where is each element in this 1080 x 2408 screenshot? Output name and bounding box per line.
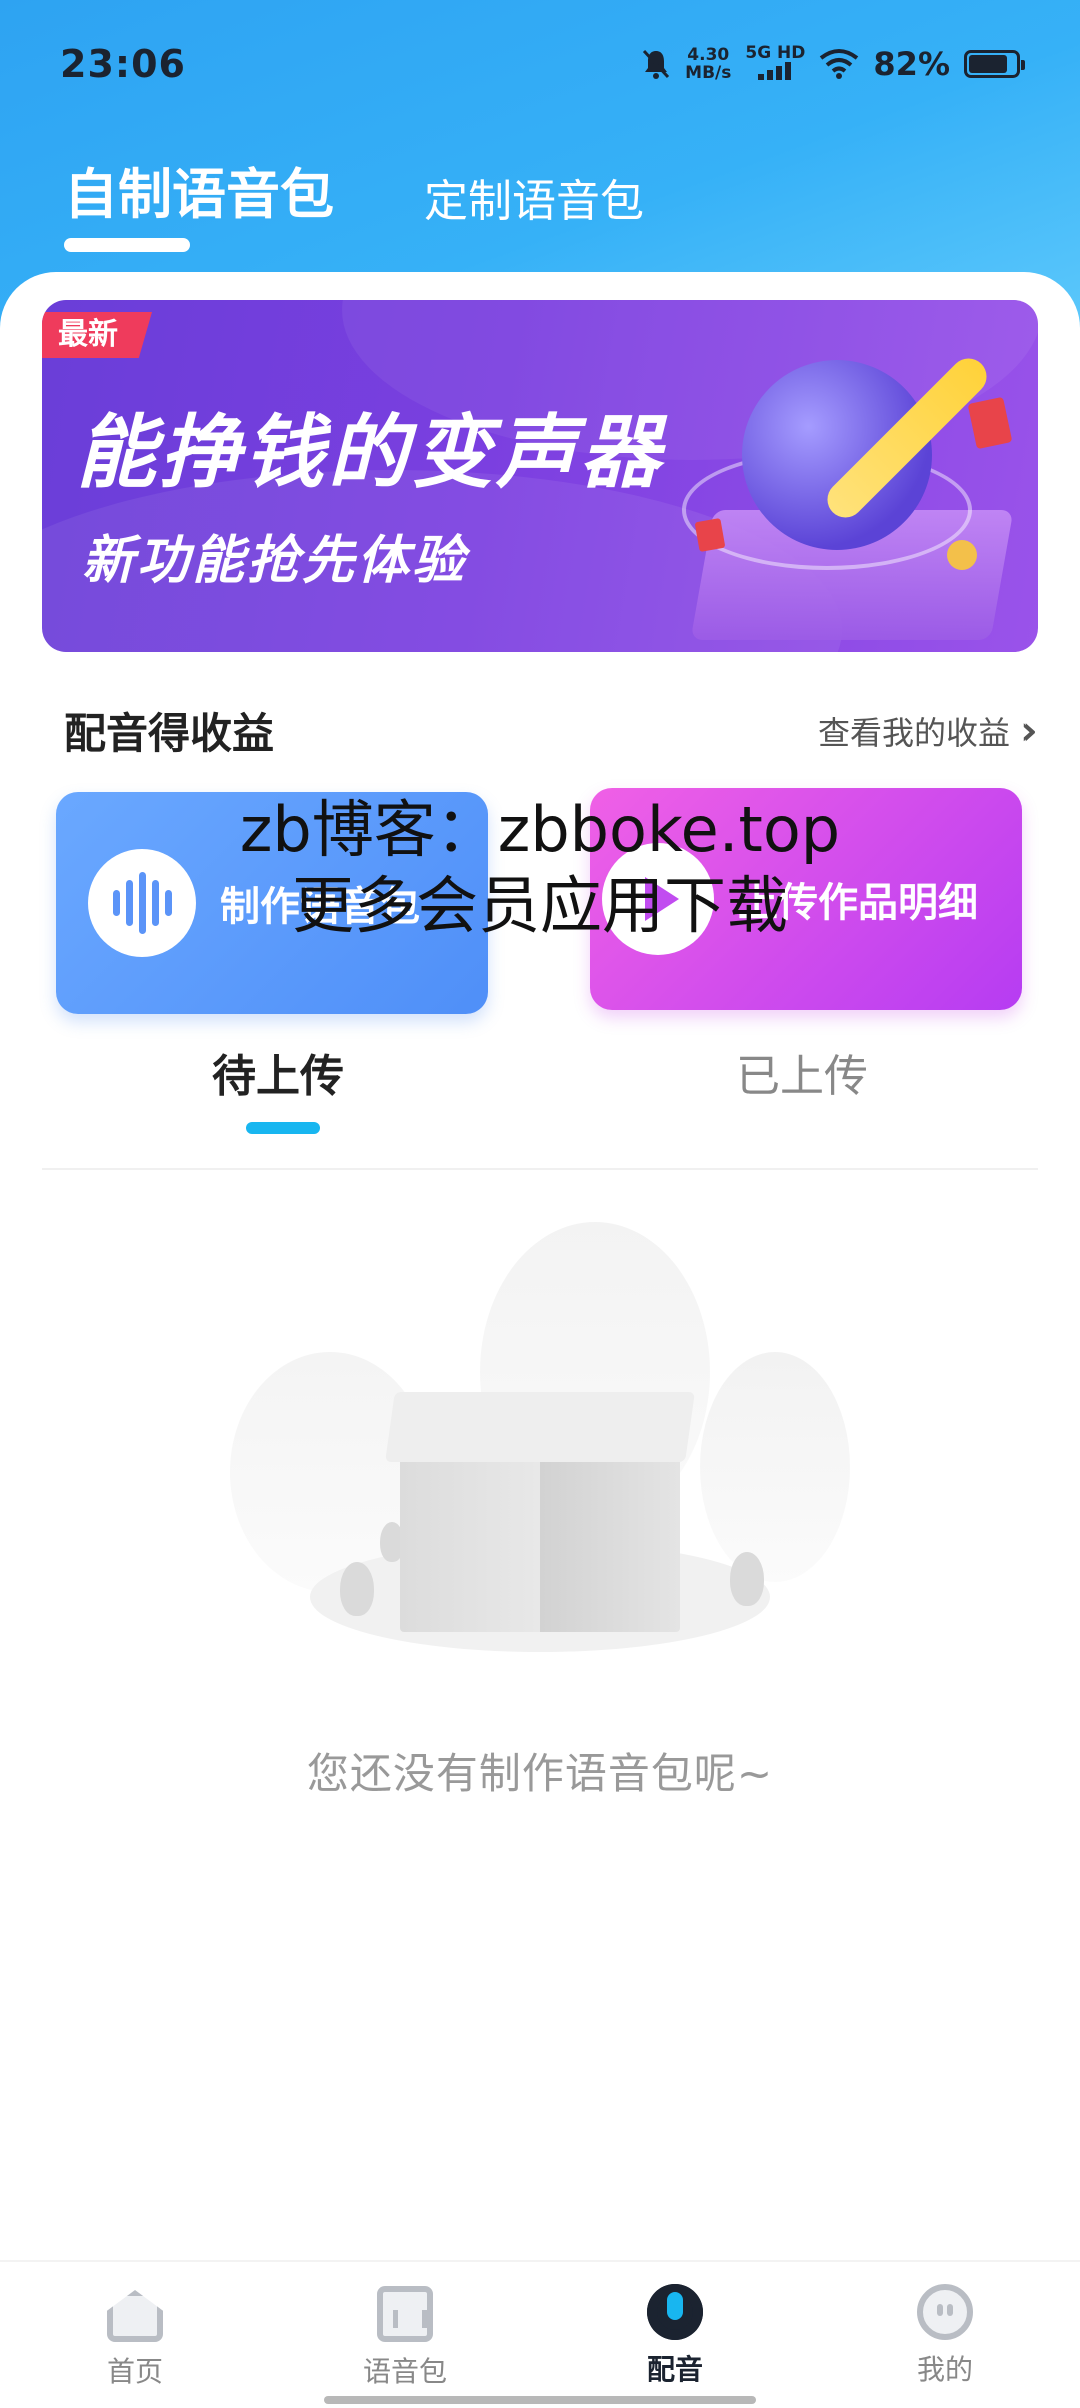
view-earnings-link[interactable]: 查看我的收益 ››: [817, 707, 1038, 754]
feature-cards: 制作语音包 上传作品明细: [56, 788, 1024, 1016]
make-voice-pack-card[interactable]: 制作语音包: [56, 792, 488, 1014]
new-badge: 最新: [42, 312, 152, 358]
battery-icon: [964, 50, 1025, 78]
voice-pack-icon: [377, 2286, 433, 2342]
divider: [42, 1168, 1038, 1170]
coin-icon: [947, 540, 977, 570]
top-tab-indicator: [64, 238, 190, 252]
tab-custom-voice-pack[interactable]: 定制语音包: [424, 165, 644, 229]
nav-profile[interactable]: 我的: [810, 2262, 1080, 2408]
nav-home-label: 首页: [106, 2355, 163, 2388]
signal-label: 5G HD: [745, 43, 806, 63]
status-time: 23:06: [60, 42, 186, 86]
upload-tabs: 待上传 已上传: [0, 1040, 1080, 1130]
cell-signal: 5G HD: [745, 44, 805, 84]
status-icons: 4.30 MB/s 5G HD 82%: [641, 44, 1025, 84]
banner-subtitle: 新功能抢先体验: [82, 531, 468, 591]
play-icon: [602, 843, 714, 955]
microphone-icon: [647, 2284, 703, 2340]
net-speed-value: 4.30: [687, 45, 730, 65]
net-speed-unit: MB/s: [685, 63, 732, 83]
status-bar: 23:06 4.30 MB/s 5G HD 82%: [0, 0, 1080, 128]
section-title: 配音得收益: [64, 709, 275, 758]
nav-dubbing-label: 配音: [646, 2353, 703, 2386]
earnings-section-header: 配音得收益 查看我的收益 ››: [64, 700, 1038, 761]
promo-banner[interactable]: 最新 能挣钱的变声器 新功能抢先体验: [42, 300, 1038, 652]
nav-voice-pack[interactable]: 语音包: [270, 2262, 540, 2408]
red-envelope-icon: [967, 396, 1013, 450]
nav-profile-label: 我的: [916, 2353, 973, 2386]
double-chevron-right-icon: ››: [1020, 707, 1038, 754]
empty-state-text: 您还没有制作语音包呢~: [306, 1749, 774, 1798]
make-voice-pack-label: 制作语音包: [220, 884, 420, 930]
bottom-nav: 首页 语音包 配音 我的: [0, 2260, 1080, 2408]
nav-voice-pack-label: 语音包: [362, 2355, 447, 2388]
battery-percent: 82%: [873, 45, 950, 83]
upload-details-card[interactable]: 上传作品明细: [590, 788, 1022, 1010]
battery-fill: [969, 55, 1007, 73]
profile-icon: [917, 2284, 973, 2340]
empty-box-illustration: [230, 1222, 850, 1682]
wifi-icon: [820, 49, 859, 79]
nav-dubbing[interactable]: 配音: [540, 2262, 810, 2408]
waveform-icon: [88, 849, 196, 957]
sub-tab-indicator: [246, 1122, 320, 1134]
view-earnings-label: 查看我的收益: [817, 713, 1010, 752]
banner-title: 能挣钱的变声器: [76, 406, 664, 499]
home-icon: [107, 2290, 163, 2342]
mute-bell-icon: [643, 49, 670, 79]
net-speed: 4.30 MB/s: [685, 46, 731, 82]
signal-bars-icon: [758, 62, 792, 80]
tab-uploaded[interactable]: 已上传: [736, 1040, 868, 1104]
nav-home[interactable]: 首页: [0, 2262, 270, 2408]
red-envelope-icon: [694, 517, 726, 553]
home-indicator[interactable]: [324, 2396, 756, 2404]
top-tabs: 自制语音包 定制语音包: [64, 150, 644, 229]
tab-pending-upload[interactable]: 待上传: [212, 1040, 344, 1104]
tab-self-made-voice-pack[interactable]: 自制语音包: [64, 150, 334, 229]
upload-details-label: 上传作品明细: [738, 880, 978, 926]
